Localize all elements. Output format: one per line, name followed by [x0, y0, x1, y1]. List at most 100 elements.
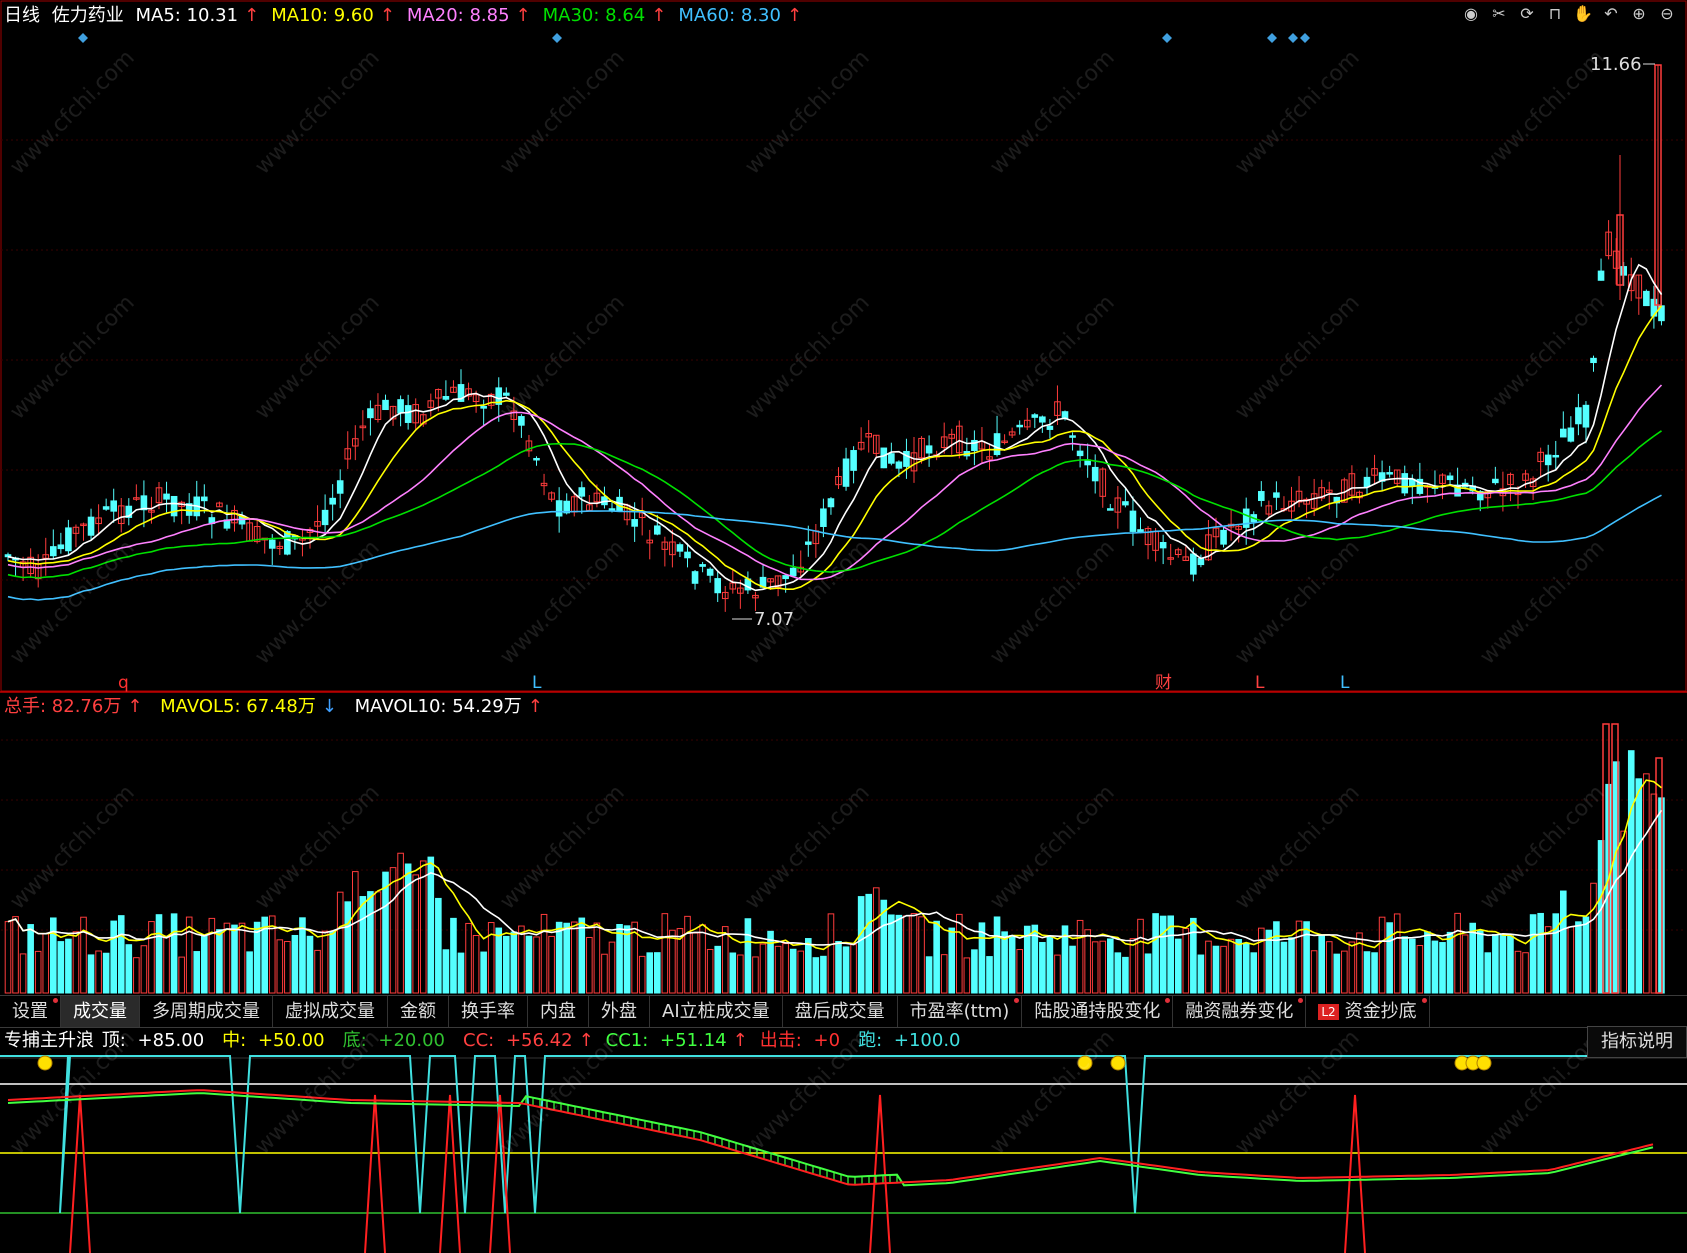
volume-bar [1310, 950, 1318, 994]
candle-body [805, 541, 812, 545]
signal-diamond-icon [1162, 33, 1172, 43]
tab-1[interactable]: 成交量 [61, 996, 140, 1027]
volume-bar [442, 949, 450, 994]
volume-bar [1227, 938, 1235, 994]
volume-bar [1076, 919, 1084, 994]
zoom-out-icon[interactable]: ⊖ [1657, 4, 1677, 24]
volume-bar [1476, 930, 1484, 994]
eye-icon[interactable]: ◉ [1461, 4, 1481, 24]
volume-bar [336, 891, 344, 994]
zoom-in-icon[interactable]: ⊕ [1629, 4, 1649, 24]
volume-header: 总手: 82.76万 ↑ MAVOL5: 67.48万 ↓ MAVOL10: 54.… [4, 694, 555, 720]
volume-bar [563, 922, 571, 994]
tab-9[interactable]: 盘后成交量 [783, 996, 898, 1027]
volume-bar [1492, 934, 1499, 994]
attack-signal-spike [69, 1094, 91, 1253]
attack-signal-spike [869, 1094, 891, 1253]
volume-bar [170, 913, 178, 994]
candle-body [1597, 270, 1605, 281]
candle-body [1258, 491, 1265, 501]
candle-body [827, 498, 835, 508]
volume-bar [1620, 830, 1628, 994]
signal-diamond-icon [78, 33, 88, 43]
tab-dot-icon [1421, 998, 1427, 1003]
indicator-help-button[interactable]: 指标说明 [1587, 1026, 1687, 1058]
candle-body [714, 578, 722, 594]
volume-bar [918, 916, 925, 994]
tab-label: 融资融券变化 [1185, 1001, 1294, 1022]
attack-signal-spike [364, 1094, 386, 1253]
candle-body [880, 447, 888, 469]
volume-bar [1393, 913, 1401, 994]
candle-body [895, 461, 903, 469]
tab-11[interactable]: 陆股通持股变化 [1022, 996, 1174, 1027]
volume-bar [759, 943, 767, 994]
tab-5[interactable]: 换手率 [449, 996, 528, 1027]
indicator-value-item: CC: +56.42 ↑ [463, 1030, 594, 1051]
tab-dot-icon [53, 998, 58, 1003]
replay-icon[interactable]: ⟳ [1517, 4, 1537, 24]
candle-body [268, 539, 276, 549]
tab-2[interactable]: 多周期成交量 [140, 996, 273, 1027]
volume-bar [374, 891, 382, 994]
volume-bar [450, 917, 457, 994]
volume-bar [148, 921, 155, 994]
tab-4[interactable]: 金额 [388, 996, 449, 1027]
candle-body [578, 487, 586, 497]
tab-3[interactable]: 虚拟成交量 [273, 996, 388, 1027]
volume-bar [593, 922, 601, 994]
candle-body [1446, 475, 1454, 481]
undo-icon[interactable]: ↶ [1601, 4, 1621, 24]
candle-body [65, 527, 72, 552]
volume-bar [1220, 945, 1227, 994]
candle-body [367, 408, 374, 419]
mavol10-value: MAVOL10: 54.29万 ↑ [354, 696, 543, 717]
candle-body [1197, 558, 1205, 566]
candle-body [1107, 508, 1114, 511]
volume-bar [284, 941, 291, 994]
volume-bar [27, 924, 34, 994]
volume-bar [774, 945, 782, 994]
volume-bar [714, 945, 722, 994]
volume-bar [12, 916, 19, 994]
tab-10[interactable]: 市盈率(ttm) [898, 996, 1023, 1027]
lock-icon[interactable]: ⊓ [1545, 4, 1565, 24]
price-marker: L [532, 673, 542, 693]
volume-bar [789, 948, 797, 994]
volume-bar [1197, 954, 1205, 994]
tab-8[interactable]: AI立桩成交量 [650, 996, 783, 1027]
indicator-value-item: 中: +50.00 [222, 1030, 325, 1051]
volume-bar [971, 949, 978, 994]
tab-label: 陆股通持股变化 [1034, 1001, 1161, 1022]
volume-bar [1567, 926, 1575, 994]
volume-bar [578, 917, 586, 994]
candle-body [1076, 450, 1084, 457]
indicator-name[interactable]: 专捕主升浪 [4, 1030, 94, 1051]
volume-bar [1174, 938, 1182, 994]
volume-bar [382, 871, 389, 994]
ma-legend-item: MA30: 8.64 ↑ [542, 5, 667, 26]
tab-7[interactable]: 外盘 [589, 996, 650, 1027]
volume-bar [1152, 913, 1159, 994]
tab-12[interactable]: 融资融券变化 [1173, 996, 1307, 1027]
volume-bar [835, 940, 842, 994]
tab-13[interactable]: L2 资金抄底 [1306, 996, 1430, 1027]
volume-bar [1159, 915, 1167, 994]
tab-0[interactable]: 设置 [0, 996, 61, 1027]
candle-body [1567, 427, 1575, 442]
volume-bar [1039, 942, 1046, 994]
hand-icon[interactable]: ✋ [1573, 4, 1593, 24]
volume-bar [1363, 951, 1371, 994]
volume-bar [1416, 945, 1424, 994]
volume-bar [752, 956, 759, 994]
ma-legend-item: MA60: 8.30 ↑ [678, 5, 803, 26]
volume-bar [1514, 950, 1522, 994]
candle-body [1544, 454, 1552, 466]
scissors-icon[interactable]: ✂ [1489, 4, 1509, 24]
volume-bar [1069, 945, 1076, 994]
candle-body [903, 450, 910, 467]
period-label[interactable]: 日线 [4, 5, 40, 26]
tab-6[interactable]: 内盘 [528, 996, 589, 1027]
candle-body [382, 399, 389, 411]
price-marker: q [118, 673, 129, 693]
